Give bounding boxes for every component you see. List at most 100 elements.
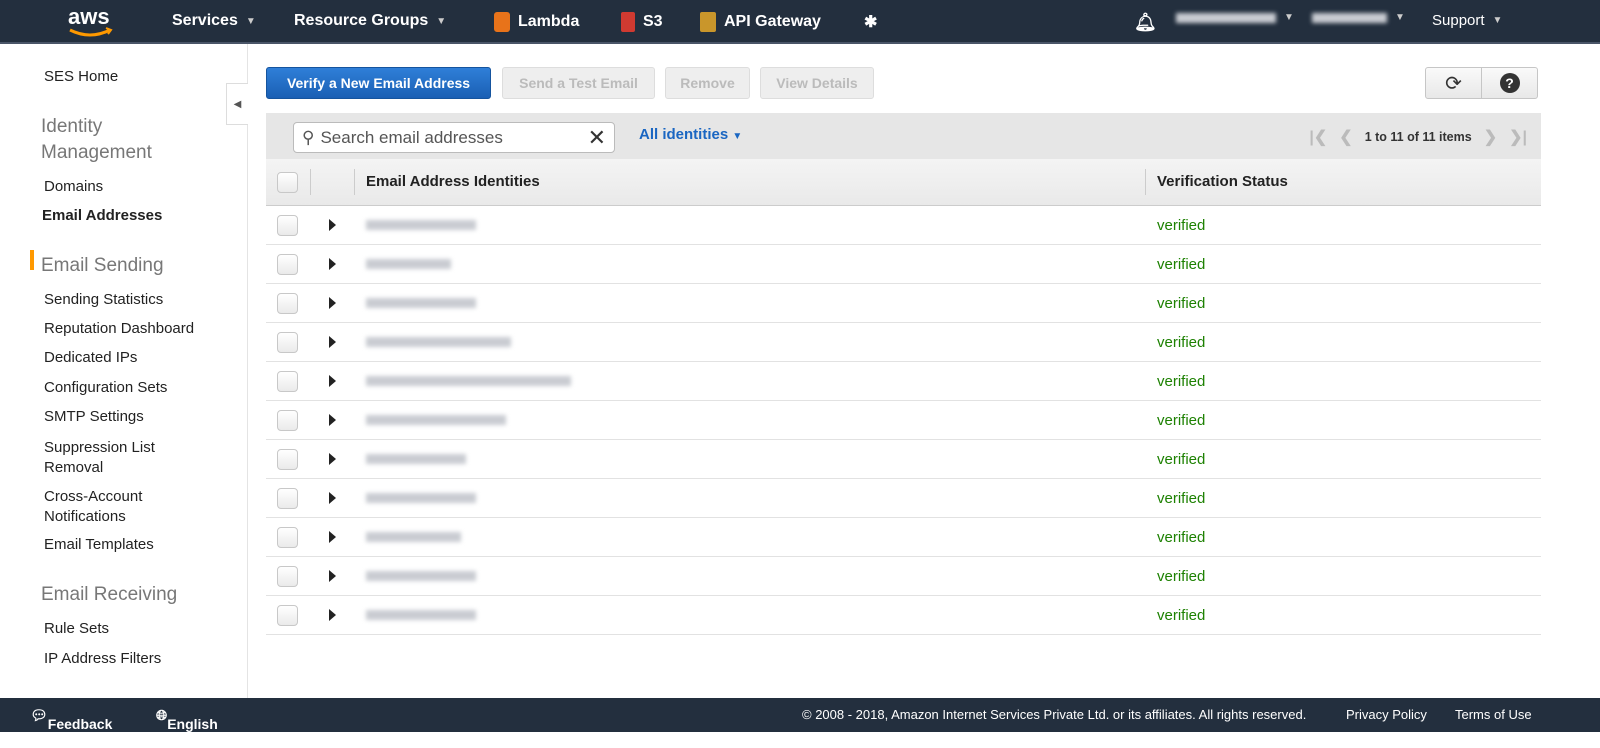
identity-scope-dropdown[interactable]: All identities ▼ (639, 126, 742, 143)
expand-row-icon[interactable] (329, 414, 336, 426)
verification-status: verified (1157, 295, 1206, 312)
terms-link[interactable]: Terms of Use (1455, 707, 1532, 722)
row-checkbox[interactable] (277, 449, 298, 470)
shortcut-api-gateway[interactable]: API Gateway (700, 12, 821, 32)
table-row[interactable]: verified (266, 284, 1541, 323)
language-selector[interactable]: 🌐︎ English (US) (156, 707, 218, 748)
feedback-link[interactable]: 💬︎ Feedback (30, 707, 112, 732)
select-all-checkbox[interactable] (277, 172, 298, 193)
row-checkbox[interactable] (277, 293, 298, 314)
table-row[interactable]: verified (266, 206, 1541, 245)
chevron-down-icon: ▼ (436, 15, 447, 27)
sidebar-item-suppression[interactable]: Suppression List Removal (44, 438, 174, 478)
expand-row-icon[interactable] (329, 219, 336, 231)
row-checkbox[interactable] (277, 215, 298, 236)
sidebar-item-domains[interactable]: Domains (44, 178, 103, 195)
expand-row-icon[interactable] (329, 609, 336, 621)
expand-row-icon[interactable] (329, 375, 336, 387)
pagination: |❮ ❮ 1 to 11 of 11 items ❯ ❯| (1309, 127, 1527, 147)
bell-icon[interactable]: 🔔︎ (1134, 12, 1157, 33)
clear-search-icon[interactable]: ✕ (588, 125, 606, 151)
search-input[interactable]: ⚲ Search email addresses ✕ (293, 122, 615, 153)
sidebar-item-configuration-sets[interactable]: Configuration Sets (44, 379, 167, 396)
table-row[interactable]: verified (266, 479, 1541, 518)
account-menu[interactable]: ▼ (1176, 12, 1294, 23)
table-row[interactable]: verified (266, 401, 1541, 440)
remove-button[interactable]: Remove (665, 67, 750, 99)
expand-row-icon[interactable] (329, 297, 336, 309)
send-test-email-button[interactable]: Send a Test Email (502, 67, 655, 99)
email-address-redacted (366, 337, 511, 347)
row-checkbox[interactable] (277, 410, 298, 431)
column-email[interactable]: Email Address Identities (366, 173, 540, 190)
sidebar-item-smtp-settings[interactable]: SMTP Settings (44, 408, 144, 425)
verification-status: verified (1157, 607, 1206, 624)
verification-status: verified (1157, 490, 1206, 507)
shortcut-label: API Gateway (724, 13, 821, 30)
expand-row-icon[interactable] (329, 492, 336, 504)
services-menu[interactable]: Services ▼ (172, 12, 256, 30)
verification-status: verified (1157, 529, 1206, 546)
refresh-icon[interactable]: ⟳ (1425, 67, 1482, 99)
shortcut-lambda[interactable]: Lambda (494, 12, 579, 32)
sidebar-item-ses-home[interactable]: SES Home (44, 68, 118, 85)
help-icon[interactable]: ? (1481, 67, 1538, 99)
expand-row-icon[interactable] (329, 258, 336, 270)
row-checkbox[interactable] (277, 254, 298, 275)
language-label: English (US) (167, 716, 218, 748)
row-checkbox[interactable] (277, 527, 298, 548)
pin-icon[interactable]: ✱ (864, 12, 877, 32)
row-checkbox[interactable] (277, 371, 298, 392)
row-checkbox[interactable] (277, 332, 298, 353)
verification-status: verified (1157, 373, 1206, 390)
email-address-redacted (366, 298, 476, 308)
search-placeholder: Search email addresses (320, 127, 503, 147)
expand-row-icon[interactable] (329, 531, 336, 543)
row-checkbox[interactable] (277, 566, 298, 587)
table-row[interactable]: verified (266, 596, 1541, 635)
copyright: © 2008 - 2018, Amazon Internet Services … (802, 707, 1307, 722)
shortcut-s3[interactable]: S3 (621, 12, 663, 32)
email-address-redacted (366, 376, 571, 386)
row-checkbox[interactable] (277, 488, 298, 509)
sidebar-item-rule-sets[interactable]: Rule Sets (44, 620, 109, 637)
resource-groups-label: Resource Groups (294, 12, 429, 29)
region-menu[interactable]: ▼ (1312, 12, 1405, 23)
services-label: Services (172, 12, 238, 29)
table-row[interactable]: verified (266, 362, 1541, 401)
sidebar-item-cross-account[interactable]: Cross-Account Notifications (44, 487, 164, 527)
sidebar-item-email-templates[interactable]: Email Templates (44, 536, 154, 553)
expand-row-icon[interactable] (329, 336, 336, 348)
table-row[interactable]: verified (266, 518, 1541, 557)
view-details-button[interactable]: View Details (760, 67, 874, 99)
s3-icon (621, 12, 635, 32)
aws-logo[interactable]: aws (66, 4, 116, 40)
table-row[interactable]: verified (266, 245, 1541, 284)
last-page-icon[interactable]: ❯| (1509, 127, 1527, 147)
collapse-sidebar-button[interactable]: ◀ (226, 83, 248, 125)
sidebar-item-email-addresses[interactable]: Email Addresses (42, 207, 162, 224)
first-page-icon[interactable]: |❮ (1309, 127, 1327, 147)
expand-row-icon[interactable] (329, 453, 336, 465)
sidebar-item-ip-filters[interactable]: IP Address Filters (44, 650, 161, 667)
expand-row-icon[interactable] (329, 570, 336, 582)
sidebar: SES Home Identity Management Domains Ema… (0, 44, 248, 698)
table-row[interactable]: verified (266, 323, 1541, 362)
scope-label: All identities (639, 126, 729, 143)
table-row[interactable]: verified (266, 557, 1541, 596)
support-menu[interactable]: Support ▼ (1432, 12, 1502, 29)
sidebar-item-reputation-dashboard[interactable]: Reputation Dashboard (44, 320, 194, 337)
table-row[interactable]: verified (266, 440, 1541, 479)
next-page-icon[interactable]: ❯ (1484, 127, 1497, 147)
row-checkbox[interactable] (277, 605, 298, 626)
sidebar-item-sending-statistics[interactable]: Sending Statistics (44, 291, 163, 308)
verify-email-button[interactable]: Verify a New Email Address (266, 67, 491, 99)
sidebar-heading-identity: Identity Management (41, 116, 152, 163)
prev-page-icon[interactable]: ❮ (1339, 127, 1352, 147)
column-status[interactable]: Verification Status (1157, 173, 1288, 190)
privacy-link[interactable]: Privacy Policy (1346, 707, 1427, 722)
email-address-redacted (366, 454, 466, 464)
search-icon: ⚲ (302, 127, 315, 147)
sidebar-item-dedicated-ips[interactable]: Dedicated IPs (44, 349, 137, 366)
resource-groups-menu[interactable]: Resource Groups ▼ (294, 12, 446, 30)
